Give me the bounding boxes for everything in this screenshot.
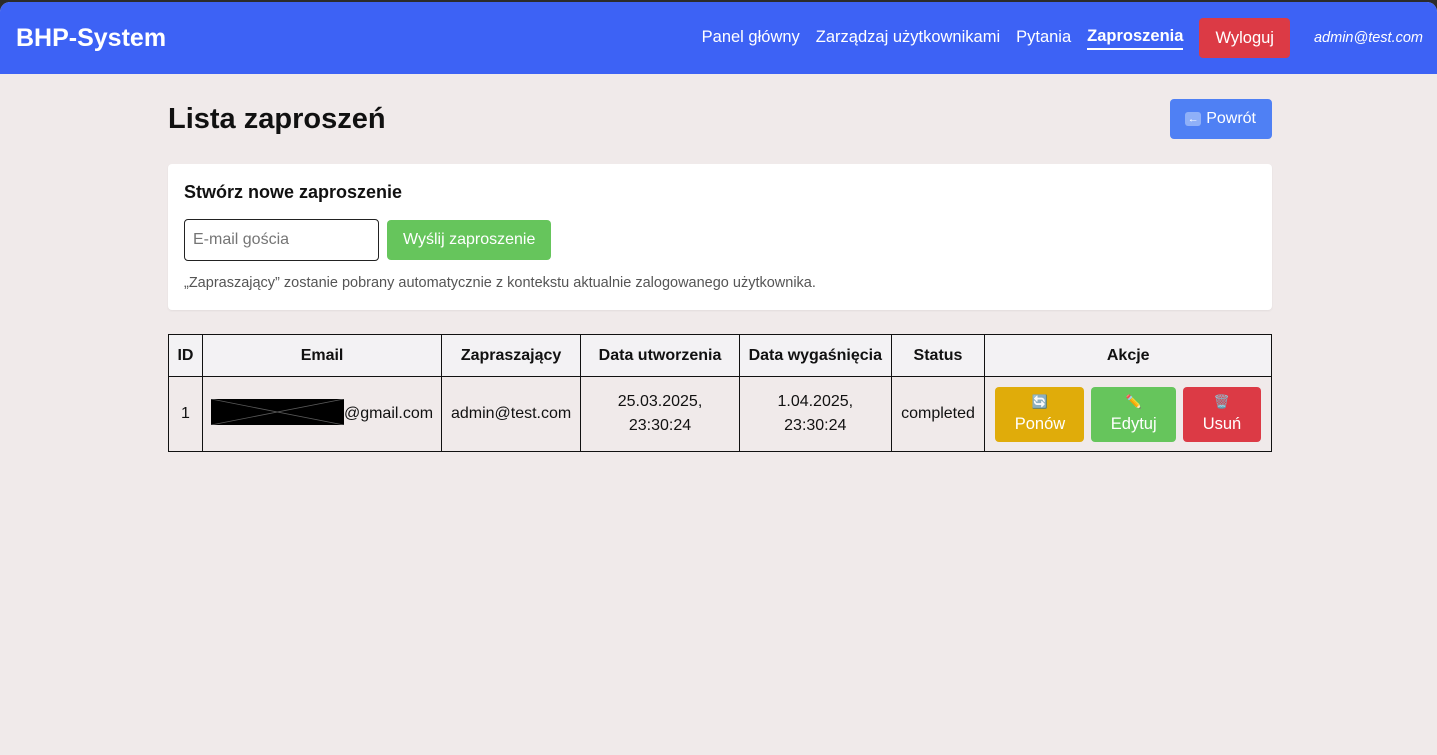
left-arrow-icon: ←	[1185, 112, 1202, 126]
trash-icon: 🗑️	[1213, 394, 1231, 409]
guest-email-input[interactable]	[184, 219, 379, 261]
expires-date: 1.04.2025,	[777, 393, 854, 410]
column-header-email: Email	[201, 334, 443, 377]
page-header: Lista zaproszeń ← Powrót	[168, 98, 1272, 140]
back-button-label: Powrót	[1206, 110, 1256, 127]
column-header-expires: Data wygaśnięcia	[739, 334, 892, 377]
column-header-created: Data utworzenia	[580, 334, 740, 377]
logout-button[interactable]: Wyloguj	[1199, 18, 1290, 58]
delete-button[interactable]: 🗑️ Usuń	[1182, 386, 1261, 442]
column-header-status: Status	[890, 334, 986, 377]
nav-links: Panel główny Zarządzaj użytkownikami Pyt…	[686, 18, 1423, 58]
redacted-email-block	[210, 399, 344, 425]
email-suffix: @gmail.com	[343, 405, 434, 423]
invitation-form: Wyślij zaproszenie	[184, 219, 1256, 261]
main-content: Lista zaproszeń ← Powrót Stwórz nowe zap…	[168, 74, 1272, 452]
cell-actions: 🔄 Ponów ✏️ Edytuj 🗑️ Usuń	[984, 376, 1272, 452]
brand-logo[interactable]: BHP-System	[16, 24, 166, 53]
cell-id: 1	[168, 376, 203, 452]
helper-text: „Zapraszający” zostanie pobrany automaty…	[184, 275, 816, 291]
cell-expires: 1.04.2025, 23:30:24	[739, 376, 892, 452]
table-row: 1 @gmail.com admin@test.com 25.03.2025, …	[168, 376, 1272, 452]
resend-button[interactable]: 🔄 Ponów	[995, 386, 1085, 442]
edit-button[interactable]: ✏️ Edytuj	[1091, 386, 1177, 442]
created-date: 25.03.2025,	[617, 393, 703, 410]
card-title: Stwórz nowe zaproszenie	[184, 182, 403, 202]
cell-created: 25.03.2025, 23:30:24	[580, 376, 740, 452]
invitations-table: ID Email Zapraszający Data utworzenia Da…	[168, 334, 1272, 452]
page-title: Lista zaproszeń	[168, 102, 386, 135]
refresh-icon: 🔄	[1031, 394, 1049, 409]
cell-email: @gmail.com	[201, 376, 443, 452]
nav-link-questions[interactable]: Pytania	[1016, 28, 1071, 49]
top-navbar: BHP-System Panel główny Zarządzaj użytko…	[0, 2, 1437, 74]
edit-label: Edytuj	[1110, 415, 1157, 433]
app-window: BHP-System Panel główny Zarządzaj użytko…	[0, 2, 1437, 755]
back-button[interactable]: ← Powrót	[1170, 99, 1272, 139]
column-header-id: ID	[168, 334, 203, 377]
delete-label: Usuń	[1202, 415, 1242, 433]
current-user-email: admin@test.com	[1313, 30, 1423, 46]
nav-link-dashboard[interactable]: Panel główny	[702, 28, 800, 49]
create-invitation-card: Stwórz nowe zaproszenie Wyślij zaproszen…	[168, 164, 1272, 310]
cell-status: completed	[890, 376, 986, 452]
resend-label: Ponów	[1014, 415, 1066, 433]
column-header-inviter: Zapraszający	[441, 334, 582, 377]
table-header-row: ID Email Zapraszający Data utworzenia Da…	[168, 334, 1272, 377]
pencil-icon: ✏️	[1125, 394, 1142, 409]
row-actions: 🔄 Ponów ✏️ Edytuj 🗑️ Usuń	[993, 386, 1263, 442]
created-time: 23:30:24	[628, 417, 692, 434]
send-invitation-button[interactable]: Wyślij zaproszenie	[387, 220, 552, 260]
nav-link-manage-users[interactable]: Zarządzaj użytkownikami	[816, 28, 1000, 49]
cell-inviter: admin@test.com	[441, 376, 582, 452]
nav-link-invitations[interactable]: Zaproszenia	[1087, 27, 1184, 50]
expires-time: 23:30:24	[784, 417, 847, 434]
column-header-actions: Akcje	[984, 334, 1272, 377]
